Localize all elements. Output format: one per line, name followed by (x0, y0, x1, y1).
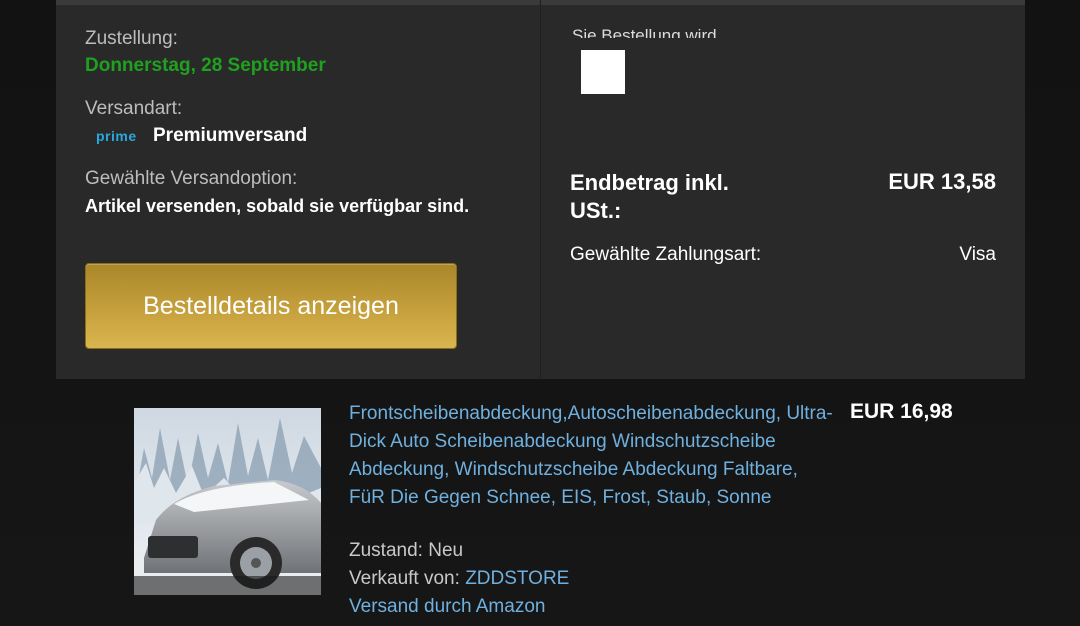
product-thumbnail-placeholder (581, 50, 625, 94)
product-condition: Zustand: Neu (349, 540, 463, 562)
product-image[interactable] (134, 408, 321, 595)
order-status-heading: Sie Bestellung wird (572, 26, 717, 38)
delivery-label: Zustellung: (85, 28, 178, 49)
order-details-button[interactable]: Bestelldetails anzeigen (85, 263, 457, 349)
product-seller: Verkauft von: ZDDSTORE (349, 568, 569, 590)
shipping-method: Premiumversand (153, 125, 308, 146)
payment-method-label: Gewählte Zahlungsart: (570, 244, 762, 265)
order-summary-card: Zustellung: Donnerstag, 28 September Ver… (56, 0, 1025, 379)
seller-label: Verkauft von: (349, 568, 460, 589)
product-title-link[interactable]: Frontscheibenabdeckung,Autoscheibenabdec… (349, 400, 839, 512)
condition-label: Zustand: (349, 540, 423, 561)
fulfilment-link[interactable]: Versand durch Amazon (349, 596, 545, 618)
prime-logo-icon: prime (96, 128, 137, 144)
total-label: Endbetrag inkl. USt.: (570, 170, 729, 223)
delivery-date: Donnerstag, 28 September (85, 55, 326, 76)
product-price: EUR 16,98 (850, 400, 953, 423)
shipping-option-value: Artikel versenden, sobald sie verfügbar … (85, 196, 470, 216)
shipping-label: Versandart: (85, 98, 183, 119)
payment-method-value: Visa (959, 244, 996, 265)
total-value: EUR 13,58 (888, 169, 996, 194)
condition-value: Neu (428, 540, 464, 561)
shipping-option-label: Gewählte Versandoption: (85, 168, 298, 189)
column-divider (540, 0, 541, 379)
seller-link[interactable]: ZDDSTORE (465, 568, 569, 589)
